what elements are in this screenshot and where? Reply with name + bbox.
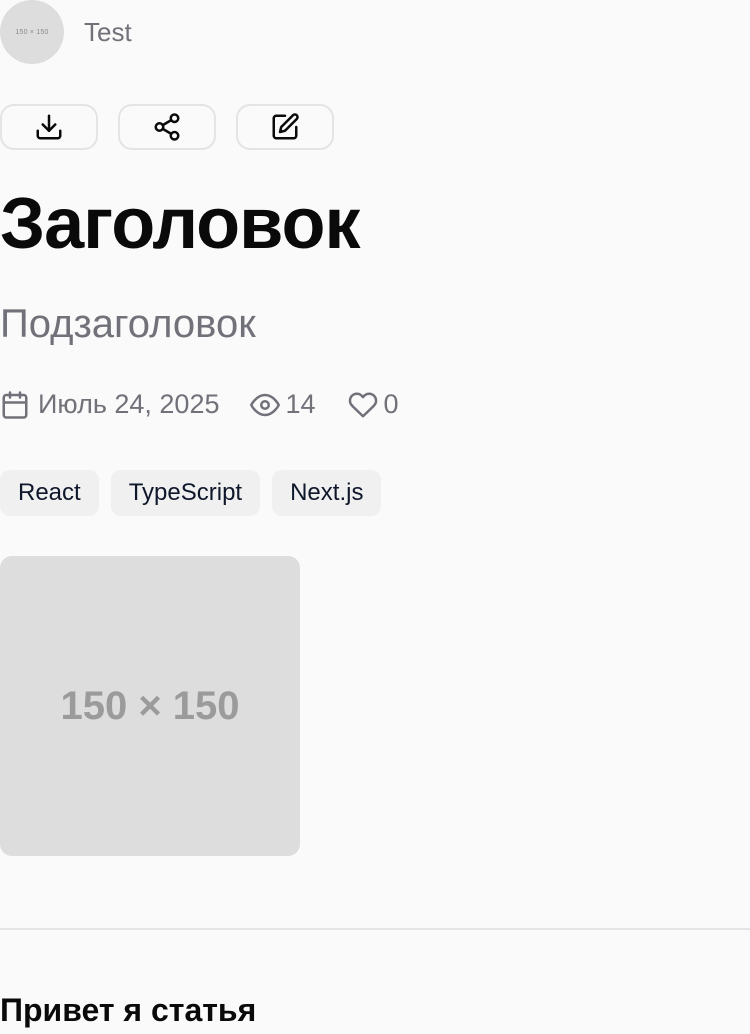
article-content-heading: Привет я статья bbox=[0, 992, 257, 1028]
edit-icon bbox=[272, 113, 299, 140]
content-divider bbox=[0, 928, 750, 930]
avatar-placeholder-text: 150 × 150 bbox=[15, 28, 49, 36]
calendar-icon bbox=[2, 390, 28, 419]
article-title: Заголовок bbox=[0, 184, 360, 264]
edit-button[interactable] bbox=[236, 104, 334, 150]
download-button[interactable] bbox=[0, 104, 98, 150]
tag-nextjs[interactable]: Next.js bbox=[272, 470, 382, 516]
author-block[interactable]: 150 × 150 Test bbox=[0, 0, 132, 64]
article-subtitle: Подзаголовок bbox=[0, 302, 256, 346]
views-count: 14 bbox=[285, 389, 316, 419]
tag-react[interactable]: React bbox=[0, 470, 99, 516]
meta-date: Июль 24, 2025 bbox=[0, 389, 220, 420]
heart-icon[interactable] bbox=[348, 390, 378, 420]
cover-image: 150 × 150 bbox=[0, 556, 300, 856]
share-button[interactable] bbox=[118, 104, 216, 150]
meta-views: 14 bbox=[249, 389, 316, 420]
avatar[interactable]: 150 × 150 bbox=[0, 0, 64, 64]
tag-typescript[interactable]: TypeScript bbox=[110, 470, 261, 516]
action-toolbar bbox=[0, 104, 334, 150]
publish-date: Июль 24, 2025 bbox=[38, 389, 220, 419]
download-icon bbox=[36, 114, 62, 140]
article-page: 150 × 150 Test Заголовок Подзаголовок Ию… bbox=[0, 0, 750, 1034]
like-button[interactable]: 0 bbox=[348, 389, 399, 420]
cover-placeholder-text: 150 × 150 bbox=[60, 683, 240, 728]
eye-icon bbox=[249, 393, 280, 416]
tag-list: React TypeScript Next.js bbox=[0, 470, 382, 516]
share-icon bbox=[154, 113, 180, 141]
article-meta: Июль 24, 2025 14 0 bbox=[0, 389, 399, 420]
author-name[interactable]: Test bbox=[84, 17, 132, 48]
likes-count: 0 bbox=[383, 389, 399, 419]
